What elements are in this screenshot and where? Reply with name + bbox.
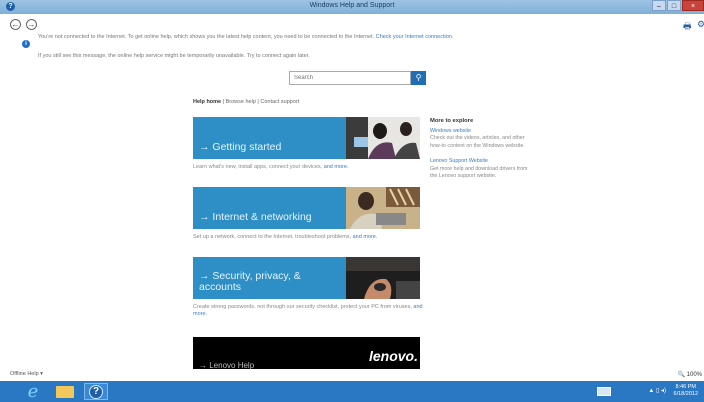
title-bar: ? Windows Help and Support – □ × xyxy=(0,0,704,14)
windows-website-text: Check out the videos, articles, and othe… xyxy=(430,135,525,149)
zoom-level[interactable]: 🔍 100% xyxy=(678,371,702,378)
gear-icon[interactable]: ⚙ xyxy=(697,19,704,30)
getting-started-photo xyxy=(346,117,420,159)
internet-networking-photo xyxy=(346,187,420,229)
taskbar: e ? ▲ ▯ ◂) 8:46 PM 6/18/2012 xyxy=(0,381,704,402)
offline-help-menu[interactable]: Offline Help ▾ xyxy=(10,371,43,377)
windows-website-link[interactable]: Windows website xyxy=(430,128,530,136)
tile-internet-networking[interactable]: → Internet & networking Set up a network… xyxy=(193,187,420,240)
and-more-link[interactable]: and more. xyxy=(324,164,349,170)
file-explorer-icon[interactable] xyxy=(55,383,75,400)
lenovo-logo: lenovo. xyxy=(368,348,418,364)
contact-support-link[interactable]: Contact support xyxy=(260,99,299,105)
lenovo-support-link[interactable]: Lenovo Support Website xyxy=(430,158,530,166)
tile-lenovo[interactable]: lenovo. → Lenovo Help xyxy=(193,337,420,371)
search-box: ⚲ xyxy=(289,71,426,85)
close-button[interactable]: × xyxy=(682,0,704,11)
print-icon[interactable]: 🖶 xyxy=(683,19,692,35)
window-controls: – □ × xyxy=(651,0,704,11)
tile-description: Create strong passwords, not through our… xyxy=(193,304,423,317)
help-home-link[interactable]: Help home xyxy=(193,99,221,105)
check-connection-link[interactable]: Check your Internet connection. xyxy=(376,34,454,40)
keyboard-icon[interactable] xyxy=(597,387,611,396)
security-privacy-photo xyxy=(346,257,420,299)
tile-description: Set up a network, connect to the Interne… xyxy=(193,234,378,240)
offline-notice-line2: If you still see this message, the onlin… xyxy=(38,53,310,59)
clock-date: 6/18/2012 xyxy=(673,391,698,397)
clock-time: 8:46 PM xyxy=(675,384,696,390)
tile-getting-started[interactable]: → Getting started Learn what's new, inst… xyxy=(193,117,420,170)
help-icon: ? xyxy=(89,385,103,399)
maximize-button[interactable]: □ xyxy=(667,0,681,11)
more-heading: More to explore xyxy=(430,118,474,124)
lenovo-support-text: Get more help and download drivers from … xyxy=(430,165,528,180)
minimize-button[interactable]: – xyxy=(652,0,666,11)
breadcrumb: Help home | Browse help | Contact suppor… xyxy=(193,99,300,105)
internet-explorer-icon[interactable]: e xyxy=(22,383,44,401)
search-input[interactable] xyxy=(289,71,411,85)
tile-label: Security, privacy, & accounts xyxy=(199,270,301,293)
system-tray[interactable]: ▲ ▯ ◂) xyxy=(648,387,666,394)
info-icon: i xyxy=(22,40,30,48)
window-title: Windows Help and Support xyxy=(309,2,395,9)
tile-description: Learn what's new, install apps, connect … xyxy=(193,164,349,170)
back-button[interactable]: ← xyxy=(10,19,21,30)
tile-security-privacy[interactable]: → Security, privacy, & accounts Create s… xyxy=(193,257,423,317)
tile-label: Getting started xyxy=(212,141,282,153)
clock[interactable]: 8:46 PM 6/18/2012 xyxy=(674,384,698,398)
offline-notice-line1: You're not connected to the Internet. To… xyxy=(38,34,454,40)
search-icon[interactable]: ⚲ xyxy=(411,71,426,85)
tile-label: Internet & networking xyxy=(212,211,312,223)
more-to-explore: More to explore Windows website Check ou… xyxy=(430,118,530,181)
forward-button[interactable]: → xyxy=(26,19,37,30)
and-more-link[interactable]: and more. xyxy=(353,234,378,240)
status-bar: Offline Help ▾ 🔍 100% xyxy=(0,369,704,381)
help-support-taskbar-button[interactable]: ? xyxy=(84,383,108,400)
browse-help-link[interactable]: Browse help xyxy=(226,99,256,105)
